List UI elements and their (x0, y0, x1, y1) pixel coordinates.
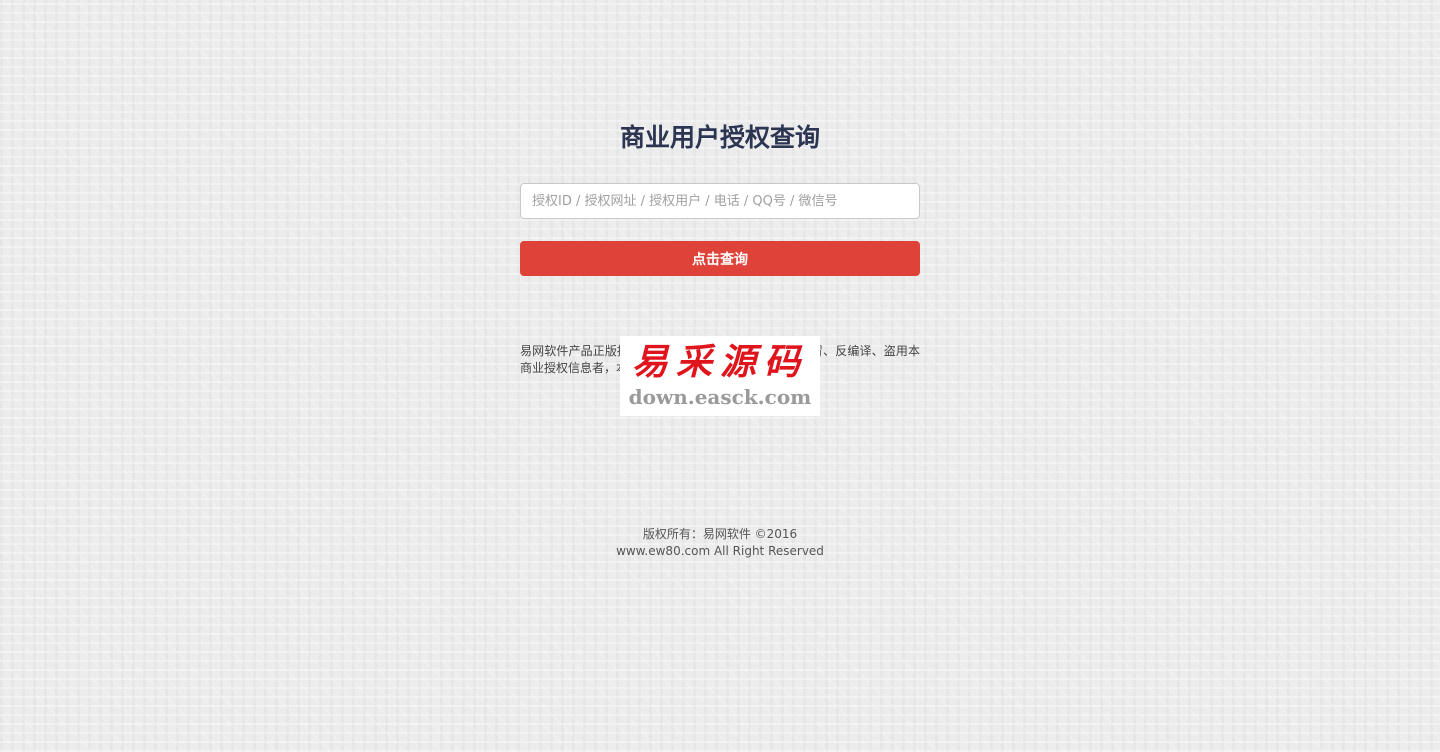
watermark-logo-text: 易采源码 (631, 341, 808, 383)
footer-rights: www.ew80.com All Right Reserved (616, 544, 824, 558)
footer-copyright: 版权所有：易网软件 ©2016 (642, 527, 798, 541)
search-input[interactable] (520, 183, 920, 219)
footer: 版权所有：易网软件 ©2016 www.ew80.com All Right R… (0, 526, 1440, 560)
watermark-url: down.easck.com (628, 385, 812, 409)
watermark-logo: 易采源码 down.easck.com (620, 336, 820, 416)
page-title: 商业用户授权查询 (619, 123, 820, 152)
search-button[interactable]: 点击查询 (520, 241, 920, 276)
